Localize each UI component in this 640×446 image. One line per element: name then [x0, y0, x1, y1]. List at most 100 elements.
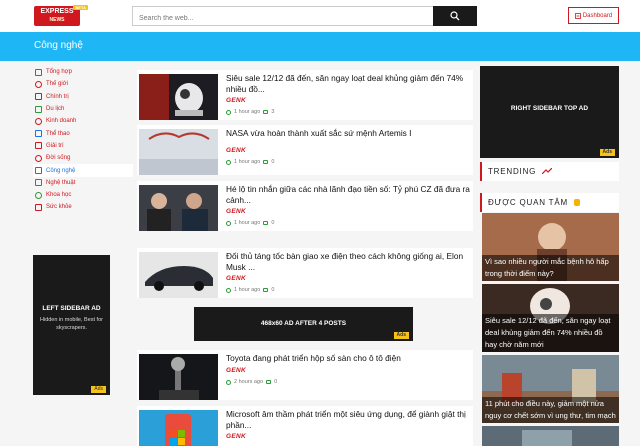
article-source[interactable]: GENK — [226, 275, 246, 282]
article-thumbnail[interactable] — [139, 74, 218, 120]
sidebar-item-label: Thể thao — [46, 130, 70, 137]
logo-sub: NEWS — [49, 17, 65, 23]
article-card[interactable]: Đối thủ táng tốc bàn giao xe điện theo c… — [137, 248, 473, 298]
article-time: 2 hours ago — [234, 379, 264, 385]
article-title[interactable]: Đối thủ táng tốc bàn giao xe điện theo c… — [226, 251, 471, 273]
article-meta: 1 hour ago 0 — [226, 159, 274, 165]
article-comments: 0 — [271, 220, 275, 226]
article-card[interactable]: Toyota đang phát triển hộp số sàn cho ô … — [137, 350, 473, 400]
article-thumbnail[interactable] — [139, 252, 218, 298]
mid-ad-tag: Ads — [393, 332, 409, 339]
article-card[interactable]: Siêu sale 12/12 đã đến, săn ngay loạt de… — [137, 70, 473, 120]
monitor-icon — [35, 167, 42, 175]
sidebar-item-label: Chính trị — [46, 93, 69, 100]
ball-icon — [35, 130, 42, 138]
article-source[interactable]: GENK — [226, 433, 246, 440]
search-bar — [132, 6, 477, 28]
article-meta: 1 hour ago 3 — [226, 109, 274, 115]
right-sidebar-ad[interactable]: RIGHT SIDEBAR TOP AD Ads — [480, 66, 619, 158]
trending-icon — [541, 167, 553, 175]
grid-icon — [35, 68, 42, 76]
sidebar-item-4[interactable]: Kinh doanh — [33, 115, 129, 127]
palette-icon — [35, 179, 42, 187]
article-comments: 0 — [271, 159, 275, 165]
heart-icon — [35, 154, 42, 162]
article-source[interactable]: GENK — [226, 97, 246, 104]
sidebar-item-1[interactable]: Thế giới — [33, 78, 129, 90]
clock-icon — [226, 379, 231, 385]
globe-icon — [35, 80, 42, 88]
category-title: Công nghệ — [34, 40, 83, 51]
article-title[interactable]: Siêu sale 12/12 đã đến, săn ngay loạt de… — [226, 73, 471, 95]
mid-feed-ad[interactable]: 468x60 AD AFTER 4 POSTS Ads — [194, 307, 413, 341]
left-ad-desc: Hidden in mobile, Best for skyscrapers. — [40, 317, 103, 331]
plane-icon — [35, 105, 42, 113]
popular-item[interactable]: 11 phút cho điều này, giảm một nửa nguy … — [482, 355, 619, 423]
article-thumbnail[interactable] — [139, 185, 218, 231]
article-meta: 2 hours ago 0 — [226, 379, 277, 385]
article-thumbnail[interactable] — [139, 129, 218, 175]
article-source[interactable]: GENK — [226, 367, 246, 374]
comment-icon — [263, 221, 269, 225]
left-sidebar-ad[interactable]: LEFT SIDEBAR AD Hidden in mobile, Best f… — [33, 255, 110, 395]
sidebar-item-6[interactable]: Giải trí — [33, 140, 129, 152]
right-ad-title: RIGHT SIDEBAR TOP AD — [510, 105, 589, 112]
mid-ad-title: 468x60 AD AFTER 4 POSTS — [260, 320, 347, 327]
article-title[interactable]: NASA vừa hoàn thành xuất sắc sứ mệnh Art… — [226, 128, 471, 139]
health-icon — [35, 203, 42, 211]
sidebar-item-9[interactable]: Nghệ thuật — [33, 177, 129, 189]
trending-header: TRENDING — [480, 162, 619, 181]
popular-item[interactable] — [482, 426, 619, 446]
article-card[interactable]: NASA vừa hoàn thành xuất sắc sứ mệnh Art… — [137, 125, 473, 175]
popular-caption: 11 phút cho điều này, giảm một nửa nguy … — [482, 397, 619, 423]
search-input[interactable] — [133, 9, 429, 28]
search-button[interactable] — [433, 6, 477, 26]
dashboard-button[interactable]: Dashboard — [568, 7, 619, 24]
article-thumbnail[interactable] — [139, 410, 218, 446]
popular-label: ĐƯỢC QUAN TÂM — [488, 198, 568, 207]
site-logo[interactable]: EXPRESS NEWS BETA — [34, 5, 88, 26]
sidebar-item-10[interactable]: Khoa học — [33, 189, 129, 201]
sidebar-item-label: Nghệ thuật — [46, 179, 76, 186]
article-source[interactable]: GENK — [226, 147, 246, 154]
article-comments: 3 — [271, 109, 275, 115]
sidebar-item-11[interactable]: Sức khỏe — [33, 201, 129, 213]
article-meta: 1 hour ago 0 — [226, 220, 274, 226]
article-title[interactable]: Microsoft âm thầm phát triển một siêu ứn… — [226, 409, 471, 431]
left-ad-tag: Ads — [91, 386, 106, 393]
sidebar-item-label: Sức khỏe — [46, 204, 72, 211]
article-source[interactable]: GENK — [226, 208, 246, 215]
beta-badge: BETA — [73, 5, 88, 10]
film-icon — [35, 142, 42, 150]
clock-icon — [226, 159, 231, 165]
sidebar-item-label: Du lịch — [46, 106, 65, 113]
article-title[interactable]: Toyota đang phát triển hộp số sàn cho ô … — [226, 353, 471, 364]
article-time: 1 hour ago — [234, 220, 261, 226]
comment-icon — [266, 380, 272, 384]
popular-item[interactable]: Vì sao nhiều người mắc bệnh hô hấp trong… — [482, 213, 619, 281]
sidebar-item-7[interactable]: Đời sống — [33, 152, 129, 164]
popular-item[interactable]: Siêu sale 12/12 đã đến, săn ngay loạt de… — [482, 284, 619, 352]
sidebar-item-0[interactable]: Tổng hợp — [33, 66, 129, 78]
article-card[interactable]: Hé lộ tin nhắn giữa các nhà lãnh đạo tiề… — [137, 181, 473, 231]
sidebar-item-3[interactable]: Du lịch — [33, 103, 129, 115]
sidebar-item-label: Giải trí — [46, 142, 64, 149]
sidebar-item-label: Tổng hợp — [46, 69, 72, 76]
sidebar-item-label: Công nghệ — [46, 167, 76, 174]
top-header: EXPRESS NEWS BETA Dashboard — [0, 0, 640, 32]
sidebar-item-5[interactable]: Thể thao — [33, 127, 129, 139]
clock-icon — [226, 287, 231, 293]
flask-icon — [35, 191, 42, 199]
sidebar-item-2[interactable]: Chính trị — [33, 91, 129, 103]
article-thumbnail[interactable] — [139, 354, 218, 400]
popular-header: ĐƯỢC QUAN TÂM — [480, 193, 619, 212]
sidebar-item-label: Đời sống — [46, 155, 71, 162]
article-time: 1 hour ago — [234, 287, 261, 293]
article-title[interactable]: Hé lộ tin nhắn giữa các nhà lãnh đạo tiề… — [226, 184, 471, 206]
article-meta: 1 hour ago 0 — [226, 287, 274, 293]
comment-icon — [263, 160, 269, 164]
sidebar-nav: Tổng hợp Thế giới Chính trị Du lịch Kinh doa… — [33, 66, 133, 214]
sidebar-item-8[interactable]: Công nghệ — [33, 164, 133, 177]
dashboard-label: Dashboard — [582, 12, 613, 19]
article-card[interactable]: Microsoft âm thầm phát triển một siêu ứn… — [137, 406, 473, 446]
